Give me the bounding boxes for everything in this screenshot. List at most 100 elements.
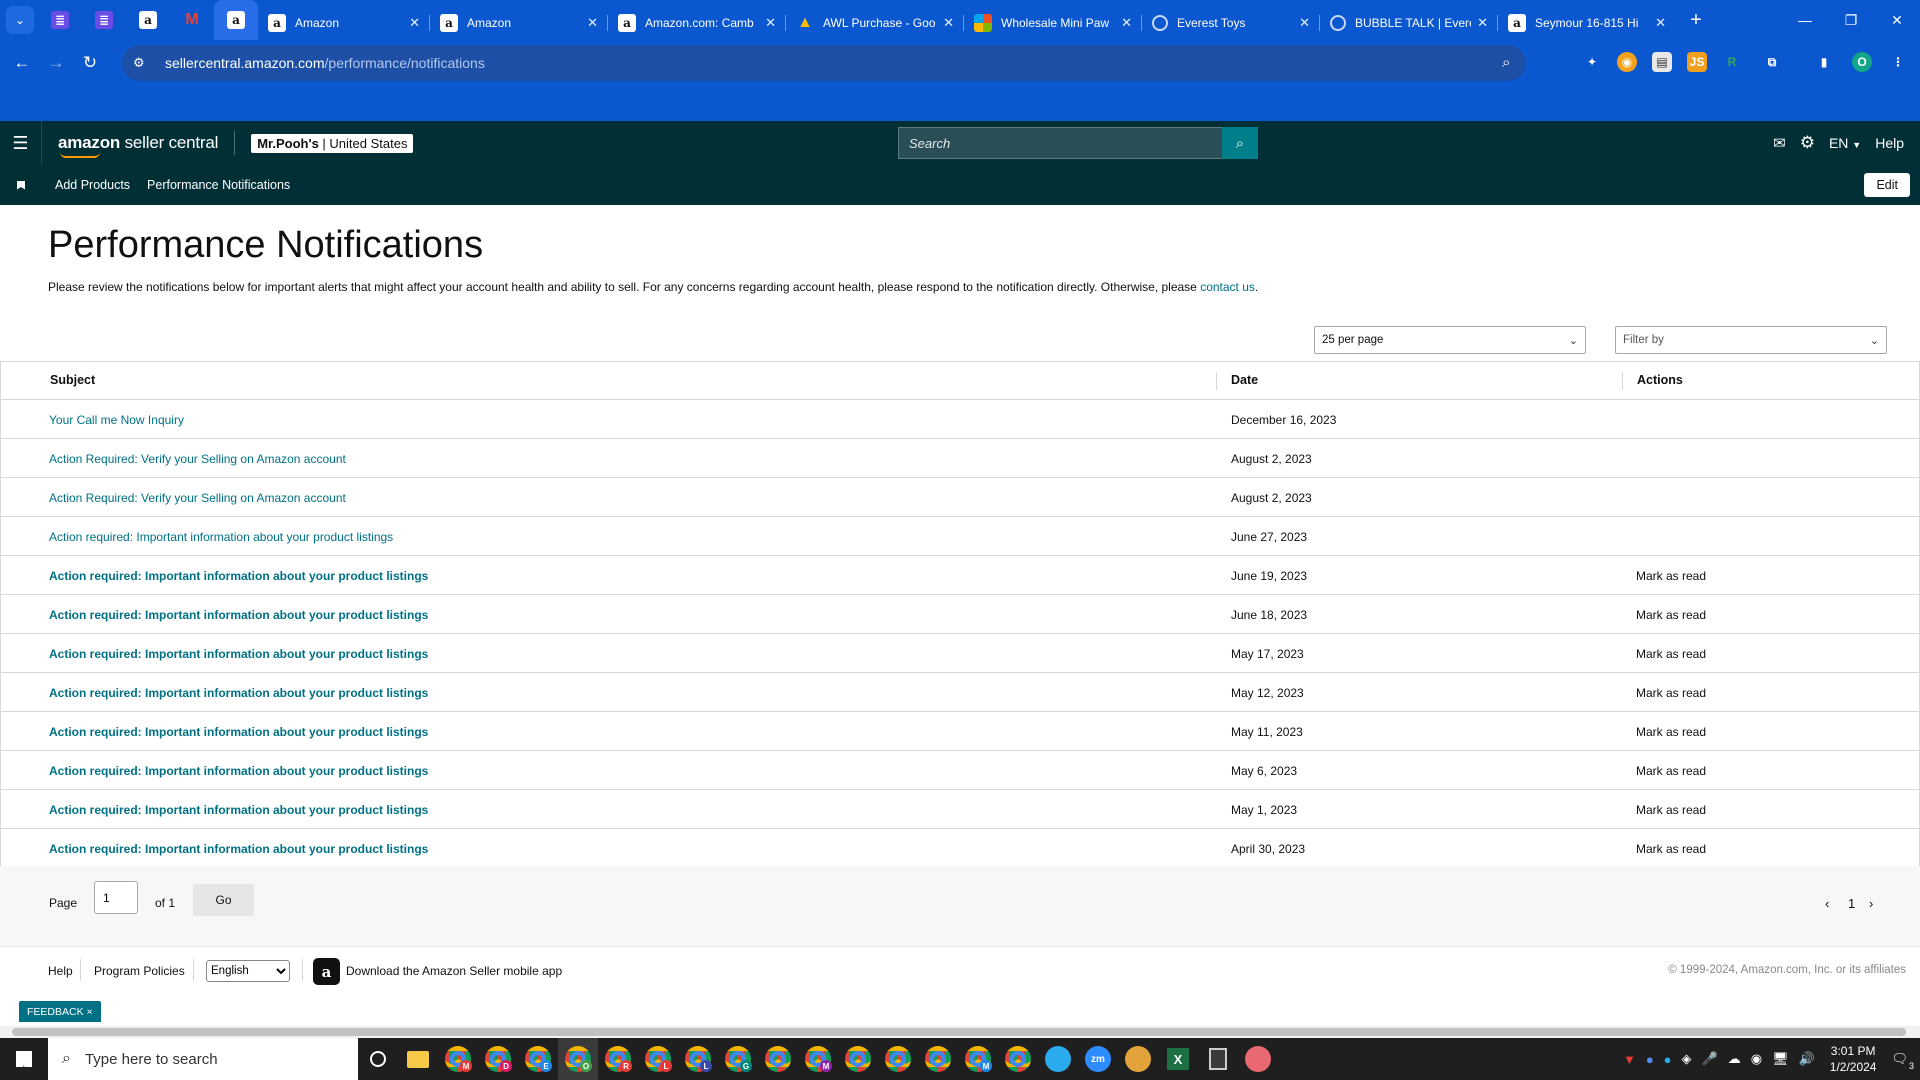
close-tab-icon[interactable]: ✕ — [409, 15, 420, 31]
scrollbar-thumb[interactable] — [12, 1028, 1906, 1036]
pinned-tab-amazon-active[interactable]: a — [214, 0, 258, 40]
telegram-icon[interactable] — [1038, 1038, 1078, 1080]
hamburger-menu-icon[interactable]: ☰ — [0, 121, 42, 165]
app-tray-icon[interactable]: ◈ — [1682, 1051, 1692, 1067]
back-arrow-icon[interactable]: ← — [5, 46, 39, 80]
cloud-icon[interactable]: ☁ — [1728, 1051, 1741, 1067]
tab-search-chevron-icon[interactable]: ⌄ — [6, 6, 34, 34]
browser-tab-7[interactable]: a Seymour 16-815 Hi ✕ — [1498, 6, 1676, 40]
file-explorer-icon[interactable] — [398, 1038, 438, 1080]
mark-as-read-link[interactable]: Mark as read — [1636, 725, 1706, 739]
js-extension-icon[interactable]: JS — [1687, 52, 1707, 72]
mark-as-read-link[interactable]: Mark as read — [1636, 608, 1706, 622]
address-bar[interactable]: ⚙ sellercentral.amazon.com/performance/n… — [122, 45, 1526, 81]
mark-as-read-link[interactable]: Mark as read — [1636, 803, 1706, 817]
taskbar-clock[interactable]: 3:01 PM 1/2/2024 — [1830, 1043, 1877, 1075]
close-window-icon[interactable]: ✕ — [1874, 0, 1920, 40]
nav-add-products[interactable]: Add Products — [55, 178, 130, 192]
notification-subject-link[interactable]: Action required: Important information a… — [49, 608, 428, 622]
close-tab-icon[interactable]: ✕ — [943, 15, 954, 31]
mark-as-read-link[interactable]: Mark as read — [1636, 647, 1706, 661]
feedback-button[interactable]: FEEDBACK × — [19, 1001, 101, 1022]
zoom-magnifier-icon[interactable]: ⌕ — [1502, 54, 1510, 71]
browser-tab-4[interactable]: Wholesale Mini Paw ✕ — [964, 6, 1142, 40]
close-tab-icon[interactable]: ✕ — [1299, 15, 1310, 31]
notification-subject-link[interactable]: Action required: Important information a… — [49, 686, 428, 700]
close-tab-icon[interactable]: ✕ — [1655, 15, 1666, 31]
chrome-profile-icon[interactable]: G — [718, 1038, 758, 1080]
zoom-tray-icon[interactable]: ● — [1646, 1052, 1654, 1067]
chrome-profile-icon[interactable]: E — [518, 1038, 558, 1080]
close-tab-icon[interactable]: ✕ — [1121, 15, 1132, 31]
browser-tab-0[interactable]: a Amazon ✕ — [258, 6, 430, 40]
page-number-input[interactable] — [94, 881, 138, 914]
calculator-icon[interactable] — [1198, 1038, 1238, 1080]
notification-subject-link[interactable]: Action required: Important information a… — [49, 842, 428, 856]
reload-icon[interactable]: ↻ — [73, 46, 107, 80]
footer-language-select[interactable]: English — [206, 960, 290, 982]
browser-tab-2[interactable]: a Amazon.com: Camb ✕ — [608, 6, 786, 40]
close-tab-icon[interactable]: ✕ — [765, 15, 776, 31]
webcam-icon[interactable]: ◉ — [1751, 1051, 1762, 1067]
chrome-profile-icon[interactable]: D — [478, 1038, 518, 1080]
chrome-profile-icon[interactable]: M — [958, 1038, 998, 1080]
browser-tab-6[interactable]: BUBBLE TALK | Evere ✕ — [1320, 6, 1498, 40]
mark-as-read-link[interactable]: Mark as read — [1636, 764, 1706, 778]
chrome-profile-icon[interactable]: M — [438, 1038, 478, 1080]
chrome-profile-icon[interactable]: O — [558, 1038, 598, 1080]
close-feedback-icon[interactable]: × — [87, 1006, 93, 1018]
browser-tab-3[interactable]: ▲ AWL Purchase - Goo ✕ — [786, 6, 964, 40]
header-search-input[interactable] — [898, 127, 1222, 159]
chrome-profile-icon[interactable] — [838, 1038, 878, 1080]
chrome-profile-icon[interactable] — [998, 1038, 1038, 1080]
horizontal-scrollbar[interactable] — [0, 1026, 1920, 1038]
address-url[interactable]: sellercentral.amazon.com/performance/not… — [165, 55, 485, 71]
notification-subject-link[interactable]: Action required: Important information a… — [49, 803, 428, 817]
profile-avatar[interactable]: O — [1852, 52, 1872, 72]
pinned-tab-amazon[interactable]: a — [126, 0, 170, 40]
chrome-profile-icon[interactable]: M — [798, 1038, 838, 1080]
excel-icon[interactable]: X — [1158, 1038, 1198, 1080]
column-date[interactable]: Date — [1231, 373, 1258, 387]
network-icon[interactable]: 🖥 — [1772, 1051, 1789, 1067]
notification-subject-link[interactable]: Your Call me Now Inquiry — [49, 413, 184, 427]
amazon-app-icon[interactable]: a — [313, 958, 340, 985]
mail-icon[interactable]: ✉ — [1773, 134, 1786, 152]
browser-menu-icon[interactable]: ⋮ — [1888, 52, 1908, 72]
chrome-profile-icon[interactable] — [878, 1038, 918, 1080]
pinned-tab-list-2[interactable]: ≣ — [82, 0, 126, 40]
chrome-profile-icon[interactable]: R — [598, 1038, 638, 1080]
settings-gear-icon[interactable]: ⚙ — [1800, 133, 1815, 153]
restore-window-icon[interactable]: ❐ — [1828, 0, 1874, 40]
per-page-select[interactable]: 25 per page ⌄ — [1314, 326, 1586, 354]
next-page-icon[interactable]: › — [1869, 896, 1873, 911]
chrome-profile-icon[interactable] — [758, 1038, 798, 1080]
notification-subject-link[interactable]: Action required: Important information a… — [49, 764, 428, 778]
puzzle-extension-icon[interactable]: ✦ — [1582, 52, 1602, 72]
edit-button[interactable]: Edit — [1864, 173, 1910, 197]
help-link[interactable]: Help — [1875, 135, 1904, 151]
notification-subject-link[interactable]: Action Required: Verify your Selling on … — [49, 452, 346, 466]
side-panel-icon[interactable]: ▮ — [1814, 52, 1834, 72]
extensions-puzzle-icon[interactable]: ⧉ — [1762, 52, 1782, 72]
current-page-number[interactable]: 1 — [1848, 896, 1855, 911]
minimize-window-icon[interactable]: — — [1782, 0, 1828, 40]
footer-program-policies-link[interactable]: Program Policies — [94, 964, 185, 978]
download-app-link[interactable]: Download the Amazon Seller mobile app — [346, 964, 562, 978]
volume-icon[interactable]: 🔊 — [1799, 1051, 1815, 1067]
mark-as-read-link[interactable]: Mark as read — [1636, 569, 1706, 583]
zoom-icon[interactable]: zm — [1078, 1038, 1118, 1080]
go-button[interactable]: Go — [193, 884, 254, 916]
account-switcher[interactable]: Mr.Pooh's | United States — [251, 133, 414, 153]
chrome-profile-icon[interactable]: L — [638, 1038, 678, 1080]
pinned-tab-gmail[interactable]: M — [170, 0, 214, 40]
column-subject[interactable]: Subject — [50, 373, 95, 387]
contact-us-link[interactable]: contact us — [1200, 280, 1255, 294]
notification-subject-link[interactable]: Action required: Important information a… — [49, 530, 393, 544]
task-view-icon[interactable] — [358, 1038, 398, 1080]
browser-tab-5[interactable]: Everest Toys ✕ — [1142, 6, 1320, 40]
taskbar-search[interactable]: ⌕ Type here to search — [48, 1038, 358, 1080]
browser-tab-1[interactable]: a Amazon ✕ — [430, 6, 608, 40]
close-tab-icon[interactable]: ✕ — [1477, 15, 1488, 31]
mark-as-read-link[interactable]: Mark as read — [1636, 842, 1706, 856]
